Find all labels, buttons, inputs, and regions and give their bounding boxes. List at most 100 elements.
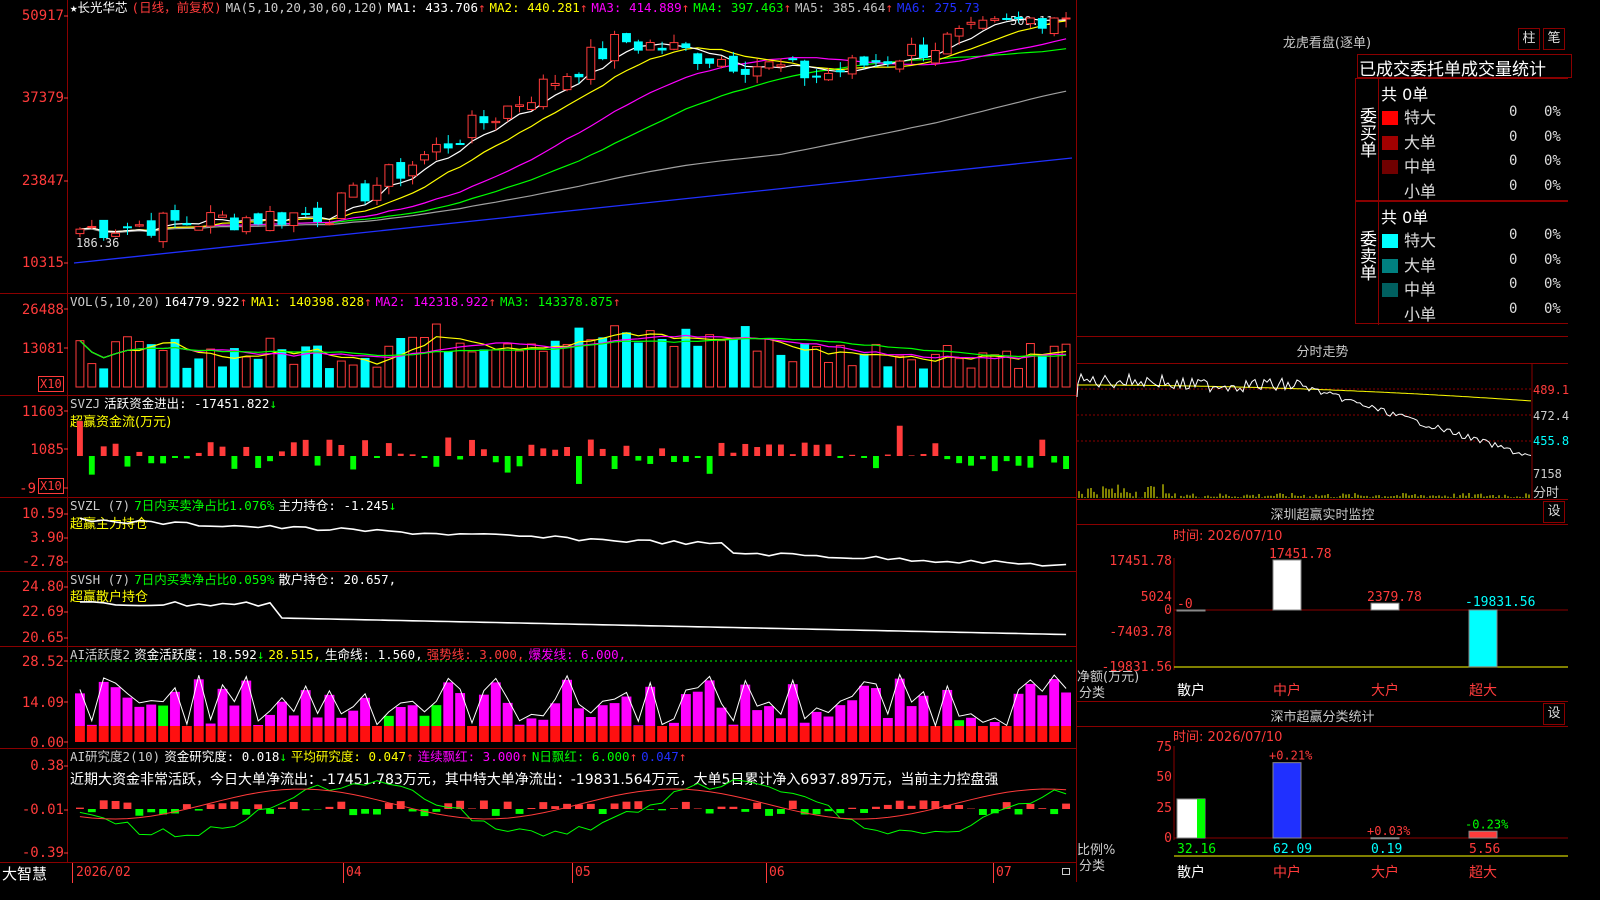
candle-body (408, 164, 418, 177)
candle-body (396, 162, 406, 179)
sz-stat-panel[interactable]: 深市超赢分类统计 设 时间: 2026/07/10 75 50 25 0 比例%… (1077, 702, 1568, 882)
flow-bar (587, 439, 594, 456)
monitor-value-label: -0 (1177, 597, 1193, 612)
flow-bar (267, 456, 273, 462)
bar-mode-button[interactable]: 柱 (1518, 28, 1540, 50)
candle-body (384, 164, 394, 187)
activity-base-bar (431, 726, 442, 742)
candle-body (241, 217, 251, 233)
activity-base-bar (348, 726, 359, 742)
candle-body (978, 19, 988, 29)
candle-body (146, 220, 156, 236)
candle-body (693, 53, 703, 64)
activity-base-bar (918, 726, 929, 742)
activity-base-bar (989, 726, 1000, 742)
volume-bar (87, 363, 97, 388)
order-pct: 0% (1544, 153, 1561, 169)
activity-base-bar (514, 726, 525, 742)
activity-bar (205, 723, 216, 726)
research-bar (788, 800, 797, 809)
volume-bar (515, 350, 524, 388)
vol-panel[interactable]: 26488 13081 X10 VOL(5,10,20) 164779.922↑ M… (0, 294, 1076, 396)
volume-bar (384, 345, 394, 388)
order-pct: 0% (1544, 251, 1561, 268)
flow-bar (659, 448, 666, 456)
lhb-tabs[interactable]: 已成交委托单成交量统计 (1357, 54, 1572, 78)
activity-bar (538, 719, 549, 726)
volume-bar (895, 355, 905, 388)
flow-bar (243, 446, 250, 456)
activity-base-bar (835, 726, 846, 742)
volume-bar (657, 339, 667, 388)
activity-base-bar (764, 726, 774, 742)
research-bar (705, 809, 714, 814)
research-bar (836, 809, 845, 814)
candle-body (669, 42, 679, 50)
activity-bar (716, 707, 727, 726)
research-bar (622, 801, 631, 809)
activity-base-bar (811, 726, 822, 742)
lock-icon[interactable] (1062, 868, 1070, 875)
flow-bar (362, 440, 369, 456)
buy-divider (1378, 79, 1379, 202)
ma3-line (79, 38, 1067, 233)
activity-base-bar (657, 726, 668, 742)
flow-bar (183, 456, 190, 459)
volume-bar (764, 338, 774, 388)
activity-bar (574, 708, 584, 726)
activity-base-bar (490, 726, 501, 742)
order-pct: 0% (1544, 227, 1561, 243)
candle-body (859, 56, 869, 66)
research-bar (218, 803, 227, 809)
research-bar (551, 806, 560, 809)
flow-bar (801, 442, 808, 456)
svzj-panel[interactable]: 11603 1085 -9 X10 SVZJ 活跃资金进出: -17451.822… (0, 396, 1076, 498)
candle-body (633, 41, 643, 51)
volume-bar (645, 330, 655, 388)
stat-value-label: 62.09 (1273, 842, 1312, 857)
activity-base-bar (871, 726, 881, 742)
brand-label[interactable]: 大智慧 (2, 863, 47, 884)
research-bar (634, 801, 643, 809)
research-bar (111, 800, 120, 809)
ai-research-chart (64, 765, 1070, 854)
research-bar (872, 806, 880, 809)
order-size-text: 特大 (1404, 231, 1437, 250)
kline-panel[interactable]: 50917 37379 23847 10315 ★长光华芯 (日线，前复权) MA(… (0, 0, 1076, 294)
activity-base-bar (336, 726, 347, 742)
candle-body (728, 55, 738, 72)
tick-mode-button[interactable]: 笔 (1543, 28, 1565, 50)
flow-bar (480, 449, 487, 456)
candle-body (871, 60, 881, 63)
ai-research-panel[interactable]: 0.38 -0.01 -0.39 AI研究度2(10) 资金研究度: 0.018↓… (0, 749, 1076, 862)
main-holding-line (79, 517, 1067, 567)
candle-body (1014, 16, 1023, 19)
order-size-label: 特大 (1382, 227, 1436, 251)
intraday-panel[interactable]: 分时走势 489.1 472.4 455.8 7158 分时 (1076, 337, 1569, 501)
activity-base-bar (395, 726, 406, 742)
volume-bar (693, 345, 703, 388)
activity-base-bar (1061, 726, 1071, 742)
ai-activity-panel[interactable]: 28.52 14.09 0.00 AI活跃度2 资金活跃度: 18.592↓ 28.… (0, 647, 1076, 750)
svsh-panel[interactable]: 24.80 22.69 20.65 SVSH (7) 7日内买卖净占比0.059%… (0, 572, 1076, 647)
sz-monitor-panel[interactable]: 深圳超赢实时监控 设 时间: 2026/07/10 17451.78 5024 … (1077, 500, 1568, 702)
research-bar (1038, 808, 1047, 809)
monitor-value-label: 2379.78 (1367, 590, 1422, 605)
flow-bar (445, 437, 452, 456)
research-bar (729, 806, 738, 809)
candle-body (360, 183, 370, 202)
research-bar (860, 809, 869, 813)
volume-bar (526, 343, 536, 388)
candle-body (431, 143, 441, 153)
activity-bar (859, 685, 870, 726)
lhb-title: 龙虎看盘(逐单) (1282, 36, 1372, 51)
order-pct: 0% (1544, 276, 1561, 292)
volume-bar (455, 342, 465, 388)
svzl-panel[interactable]: 10.59 3.90 -2.78 SVZL (7) 7日内买卖净占比1.076% 主… (0, 498, 1076, 572)
research-bar (670, 808, 678, 809)
activity-base-bar (680, 726, 691, 742)
activity-base-bar (253, 726, 264, 742)
flow-bar (112, 443, 119, 456)
candle-body (158, 212, 168, 243)
flow-bar (516, 456, 523, 467)
